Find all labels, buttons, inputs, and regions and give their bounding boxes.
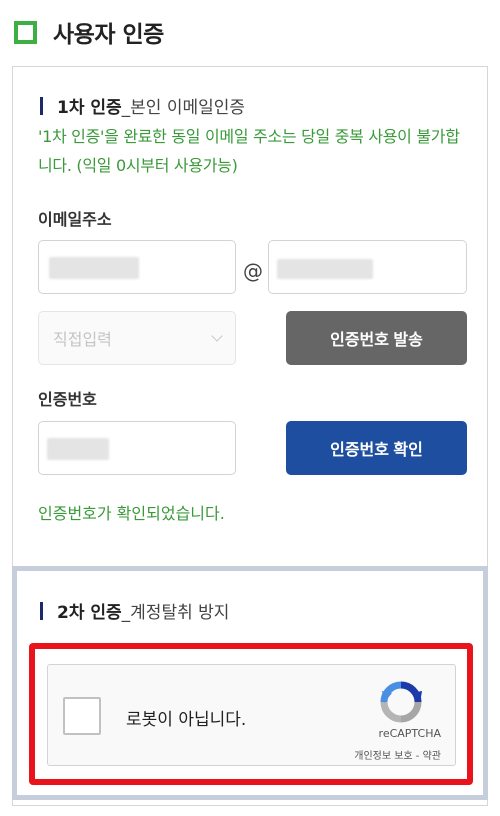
email-label: 이메일주소 [38,210,112,229]
heading-bar-icon [40,96,43,115]
step2-title: 2차 인증 [57,603,122,623]
step1-subtitle: _본인 이메일인증 [121,98,246,118]
step2-heading: 2차 인증 _계정탈취 방지 [40,598,229,623]
recaptcha-checkbox[interactable] [63,697,101,735]
step1-heading: 1차 인증 _본인 이메일인증 [40,93,245,118]
step1-title: 1차 인증 [57,98,122,118]
domain-select[interactable]: 직접입력 [38,311,236,365]
square-icon [14,20,37,44]
recaptcha-privacy-terms-link[interactable]: 개인정보 보호 - 약관 [354,747,441,762]
masked-value [49,257,139,279]
recaptcha-label: 로봇이 아닙니다. [126,710,247,730]
domain-select-value: 직접입력 [53,330,112,349]
recaptcha-logo-icon [380,681,422,723]
code-input[interactable] [38,421,236,475]
page-title: 사용자 인증 [53,22,164,48]
masked-value [277,259,373,279]
email-domain-input[interactable] [268,240,467,294]
confirm-code-button[interactable]: 인증번호 확인 [286,421,467,475]
recaptcha-widget: 로봇이 아닙니다. reCAPTCHA 개인정보 보호 - 약관 [47,664,456,766]
recaptcha-brand: reCAPTCHA [378,727,441,740]
chevron-down-icon [211,330,223,342]
duplicate-email-notice: '1차 인증'을 완료한 동일 이메일 주소는 당일 중복 사용이 불가합니다.… [38,127,460,175]
masked-value [47,438,109,460]
step2-subtitle: _계정탈취 방지 [121,603,230,623]
code-label: 인증번호 [38,390,97,409]
at-sign: @ [243,259,263,283]
page-header: 사용자 인증 [14,14,164,50]
heading-bar-icon [40,601,43,620]
success-message: 인증번호가 확인되었습니다. [38,504,225,523]
send-code-button[interactable]: 인증번호 발송 [286,311,467,365]
email-local-input[interactable] [38,240,236,294]
